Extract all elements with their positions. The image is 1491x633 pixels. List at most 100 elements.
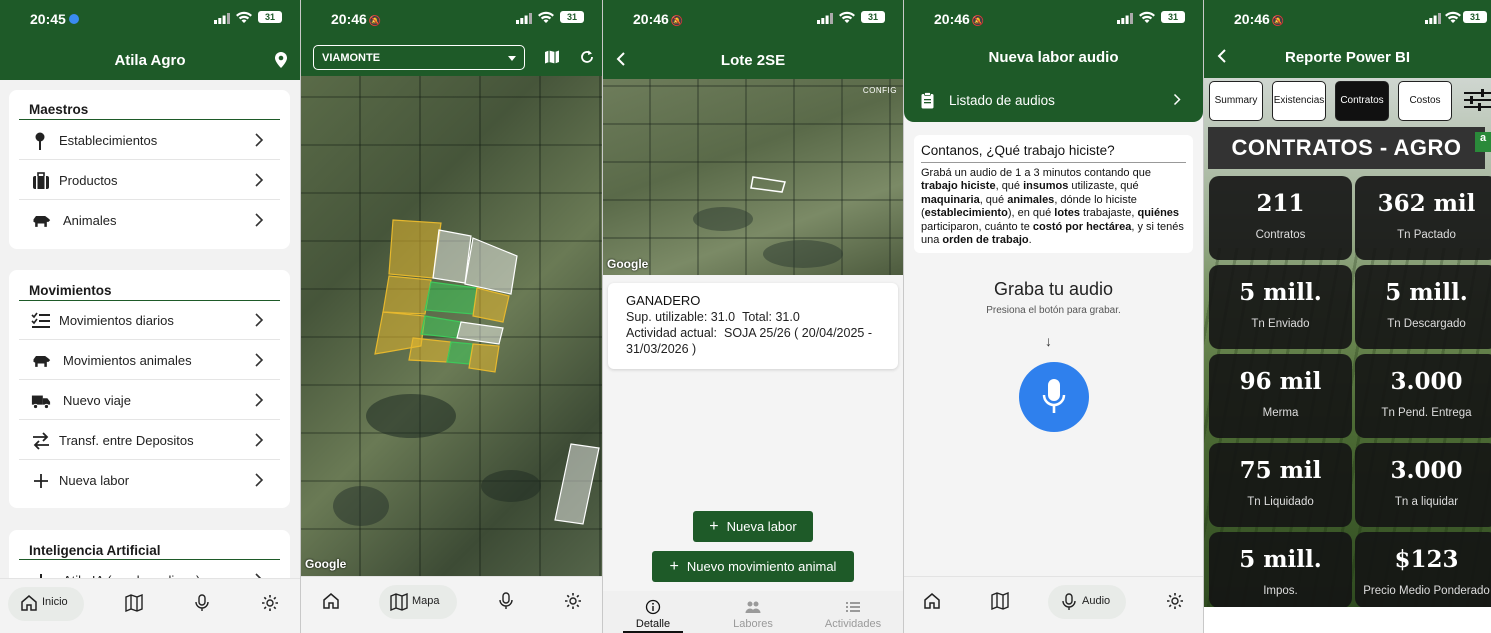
signal-icon [1117,13,1133,24]
instructions-keyword: trabajo hiciste [921,180,996,193]
map-icon[interactable] [125,594,143,612]
chevron-right-icon [255,473,264,487]
audio-list-button[interactable]: Listado de audios [904,78,1203,122]
pin-icon [35,132,45,150]
location-pin-icon[interactable] [274,52,288,68]
status-time: 20:46 🔕 [331,11,382,27]
lot-info-card: GANADERO Sup. utilizable: 31.0 Total: 31… [608,283,898,369]
instructions-keyword: lotes [1054,207,1080,220]
menu-item-establecimientos[interactable]: Establecimientos [19,121,280,160]
microphone-icon[interactable] [497,592,515,610]
report-tab-contratos[interactable]: Contratos [1335,81,1389,121]
kpi-card: 3.000 Tn a liquidar [1355,443,1491,527]
chevron-right-icon [255,353,264,367]
kpi-card: 3.000 Tn Pend. Entrega [1355,354,1491,438]
nav-audio-button[interactable]: Audio [1048,585,1126,619]
card-maestros: Maestros Establecimientos Productos Anim… [9,90,290,249]
tab-detalle[interactable]: Detalle [603,591,703,633]
tab-actividades[interactable]: Actividades [803,591,903,633]
clipboard-icon [921,92,934,109]
menu-item-movimientos-animales[interactable]: Movimientos animales [19,341,280,380]
filter-sliders-icon[interactable] [1464,89,1491,111]
nav-home-button[interactable]: Inicio [8,587,84,621]
menu-item-transf-depositos[interactable]: Transf. entre Depositos [19,421,280,460]
instructions-title: Contanos, ¿Qué trabajo hiciste? [921,143,1115,158]
powerbi-report[interactable]: Summary Existencias Contratos Costos CON… [1204,78,1491,607]
settings-gear-icon[interactable] [1166,592,1184,610]
satellite-map[interactable]: Google [301,76,602,576]
google-attribution: Google [305,557,347,571]
instructions-run: participaron, cuánto te [921,220,1033,233]
status-bar: 20:46 🔕 31 [1204,0,1491,36]
cow-icon [33,216,51,227]
wifi-icon [538,11,554,23]
chevron-right-icon [255,393,264,407]
wifi-icon [236,11,252,23]
menu-item-label: Establecimientos [59,133,158,148]
chevron-right-icon [255,133,264,147]
section-title: Movimientos [29,283,112,298]
settings-gear-icon[interactable] [564,592,582,610]
signal-icon [1425,13,1441,24]
menu-item-nueva-labor[interactable]: Nueva labor [19,461,280,500]
status-time: 20:46 🔕 [934,11,985,27]
settings-gear-icon[interactable] [261,594,279,612]
refresh-icon[interactable] [579,49,595,65]
lot-polygons[interactable] [301,76,602,576]
cow-icon [33,356,51,367]
microphone-icon [1042,379,1066,413]
menu-item-label: Transf. entre Depositos [59,433,194,448]
menu-item-nuevo-viaje[interactable]: Nuevo viaje [19,381,280,420]
mute-bell-icon: 🔕 [368,16,382,27]
screen-audio-labor: 20:46 🔕 31 Nueva labor audio Listado de a… [904,0,1203,633]
status-time: 20:46 🔕 [633,11,684,27]
lot-activity-end: 31/03/2026 ) [626,342,697,356]
battery-icon: 31 [1463,11,1487,23]
instructions-keyword: insumos [1023,180,1069,193]
lot-satellite-map[interactable]: CONFIG Google [603,79,903,275]
instructions-keyword: establecimiento [924,207,1008,220]
new-labor-button[interactable]: + Nueva labor [693,511,813,542]
record-button[interactable] [1019,362,1089,432]
tab-labores[interactable]: Labores [703,591,803,633]
home-icon[interactable] [923,592,941,610]
menu-item-movimientos-diarios[interactable]: Movimientos diarios [19,301,280,340]
bottom-nav: Inicio [0,578,300,633]
report-tab-existencias[interactable]: Existencias [1272,81,1326,121]
establishment-dropdown[interactable]: VIAMONTE [313,45,525,70]
instructions-run: . [1028,234,1032,247]
accent-badge: a [1475,132,1491,152]
status-bar: 20:46 🔕 31 [904,0,1203,36]
map-layers-icon[interactable] [544,50,560,64]
bottom-nav: Audio [904,576,1203,633]
instructions-run: , qué [979,193,1008,206]
instructions-card: Contanos, ¿Qué trabajo hiciste? Grabá un… [914,135,1193,253]
kpi-card: 5 mill. Impos. [1209,532,1352,607]
record-title: Graba tu audio [993,279,1114,299]
report-tab-costos[interactable]: Costos [1398,81,1452,121]
menu-item-label: Nueva labor [59,473,130,488]
battery-icon: 31 [1161,11,1185,23]
microphone-icon [1062,593,1076,610]
plus-icon [34,474,48,488]
menu-item-productos[interactable]: Productos [19,161,280,200]
menu-item-animales[interactable]: Animales [19,201,280,240]
plus-icon: + [669,558,679,575]
menu-item-label: Productos [59,173,118,188]
home-icon[interactable] [322,592,340,610]
lot-surface: Sup. utilizable: 31.0 Total: 31.0 [626,310,800,324]
instructions-run: utilizaste, qué [1068,180,1139,193]
checklist-icon [31,312,50,328]
nav-map-button[interactable]: Mapa [379,585,457,619]
section-title: Maestros [29,102,89,117]
section-rule [19,119,280,120]
chevron-right-icon [255,313,264,327]
section-rule [19,559,280,560]
plus-icon: + [709,518,719,535]
map-icon[interactable] [991,592,1009,610]
new-animal-movement-button[interactable]: + Nuevo movimiento animal [652,551,854,582]
signal-icon [516,13,532,24]
microphone-icon[interactable] [193,594,211,612]
report-tab-summary[interactable]: Summary [1209,81,1263,121]
instructions-keyword: orden de trabajo [942,234,1029,247]
